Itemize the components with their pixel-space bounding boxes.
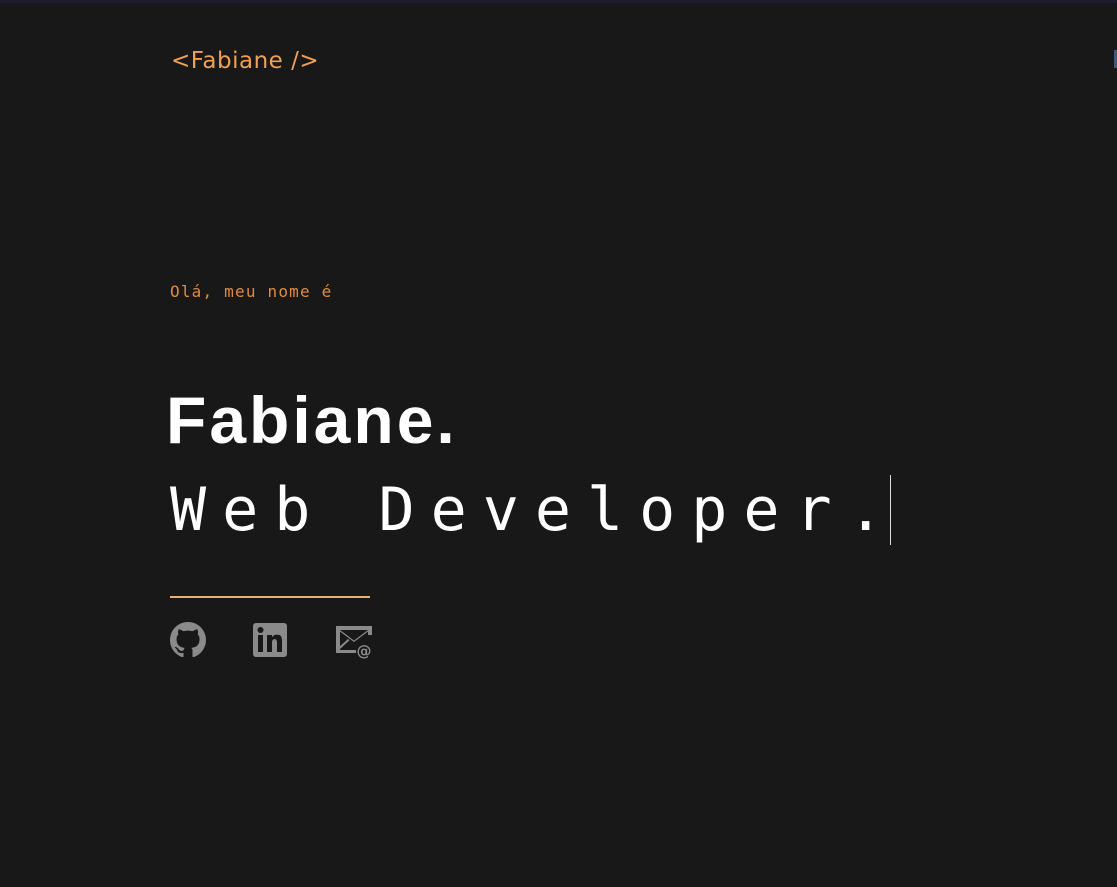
github-icon <box>170 622 206 658</box>
hero-role: Web Developer. <box>170 475 900 545</box>
typing-caret <box>889 475 891 545</box>
top-border <box>0 0 1117 3</box>
mail-at-icon: @ <box>336 626 372 660</box>
svg-text:@: @ <box>357 642 372 660</box>
linkedin-icon <box>253 623 287 657</box>
hero-name: Fabiane. <box>166 383 458 458</box>
hero-greeting: Olá, meu nome é <box>170 282 333 301</box>
site-logo[interactable]: <Fabiane /> <box>171 48 319 74</box>
email-link[interactable]: @ <box>334 620 374 660</box>
hero-role-line: Web Developer. <box>170 474 891 546</box>
github-link[interactable] <box>170 622 206 658</box>
social-links: @ <box>170 620 374 660</box>
linkedin-link[interactable] <box>252 622 288 658</box>
hero-divider <box>170 596 370 598</box>
